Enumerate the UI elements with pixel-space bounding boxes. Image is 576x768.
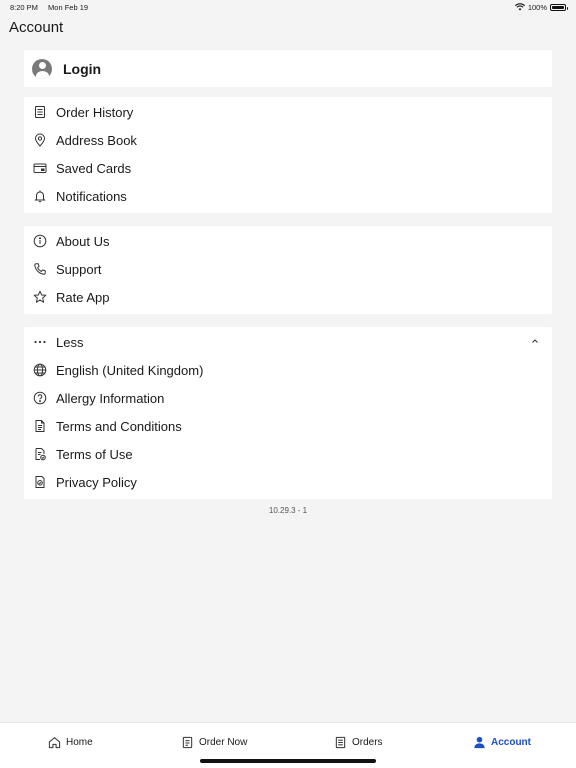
privacy-icon (33, 475, 47, 489)
question-icon (33, 391, 47, 405)
receipt-icon (33, 105, 47, 119)
document-check-icon (33, 447, 47, 461)
tab-orders[interactable]: Orders (334, 736, 383, 749)
menu-item-label: Support (56, 261, 102, 277)
menu-item-allergy-information[interactable]: Allergy Information (24, 384, 552, 412)
menu-item-less-toggle[interactable]: Less (24, 328, 552, 356)
battery-icon (550, 3, 568, 11)
status-bar: 8:20 PM Mon Feb 19 100% (0, 0, 576, 14)
menu-item-rate-app[interactable]: Rate App (24, 283, 552, 311)
map-pin-icon (33, 133, 47, 147)
tab-account[interactable]: Account (473, 736, 531, 749)
phone-icon (33, 262, 47, 276)
tab-orders-label: Orders (352, 737, 383, 748)
more-dots-icon (33, 335, 47, 349)
order-icon (182, 736, 193, 749)
menu-item-terms-of-use[interactable]: Terms of Use (24, 440, 552, 468)
menu-item-label: Address Book (56, 132, 137, 148)
tab-order-now-label: Order Now (199, 737, 248, 748)
menu-item-privacy-policy[interactable]: Privacy Policy (24, 468, 552, 496)
tab-home-label: Home (66, 737, 93, 748)
status-date: Mon Feb 19 (48, 2, 89, 12)
star-icon (33, 290, 47, 304)
home-indicator (200, 759, 376, 763)
menu-item-order-history[interactable]: Order History (24, 98, 552, 126)
menu-item-label: Terms and Conditions (56, 418, 182, 434)
tab-order-now[interactable]: Order Now (181, 736, 247, 749)
app-version: 10.29.3 - 1 (268, 506, 308, 515)
login-button[interactable]: Login (24, 50, 552, 87)
globe-icon (33, 363, 47, 377)
wifi-icon (514, 3, 525, 11)
menu-item-address-book[interactable]: Address Book (24, 126, 552, 154)
menu-item-label: Less (56, 334, 84, 350)
info-menu-group: About Us Support Rate App (24, 226, 552, 314)
menu-item-label: Order History (56, 104, 134, 120)
bell-icon (33, 189, 47, 203)
avatar-icon (32, 58, 52, 79)
battery-percent: 100% (527, 2, 547, 12)
receipt-icon (335, 736, 346, 749)
tab-home[interactable]: Home (48, 736, 93, 749)
document-icon (33, 419, 47, 433)
menu-item-about-us[interactable]: About Us (24, 227, 552, 255)
menu-item-label: Privacy Policy (56, 474, 137, 490)
menu-item-label: About Us (56, 233, 110, 249)
menu-item-language[interactable]: English (United Kingdom) (24, 356, 552, 384)
credit-card-icon (33, 161, 47, 175)
menu-item-label: Rate App (56, 289, 110, 305)
login-label: Login (63, 60, 102, 77)
menu-item-terms-and-conditions[interactable]: Terms and Conditions (24, 412, 552, 440)
more-menu-group: Less English (United Kingdom) Allergy In… (24, 327, 552, 499)
menu-item-label: Allergy Information (56, 390, 165, 406)
tab-account-label: Account (491, 737, 531, 748)
menu-item-support[interactable]: Support (24, 255, 552, 283)
menu-item-notifications[interactable]: Notifications (24, 182, 552, 210)
status-time: 8:20 PM (10, 2, 38, 12)
person-icon (474, 736, 485, 749)
menu-item-label: Terms of Use (56, 446, 133, 462)
menu-item-label: Saved Cards (56, 160, 132, 176)
menu-item-label: Notifications (56, 188, 127, 204)
chevron-up-icon (532, 339, 538, 343)
menu-item-label: English (United Kingdom) (56, 362, 204, 378)
info-icon (33, 234, 47, 248)
page-title: Account (9, 19, 64, 36)
account-menu-group: Order History Address Book Saved Cards N… (24, 97, 552, 213)
menu-item-saved-cards[interactable]: Saved Cards (24, 154, 552, 182)
home-icon (48, 737, 61, 749)
